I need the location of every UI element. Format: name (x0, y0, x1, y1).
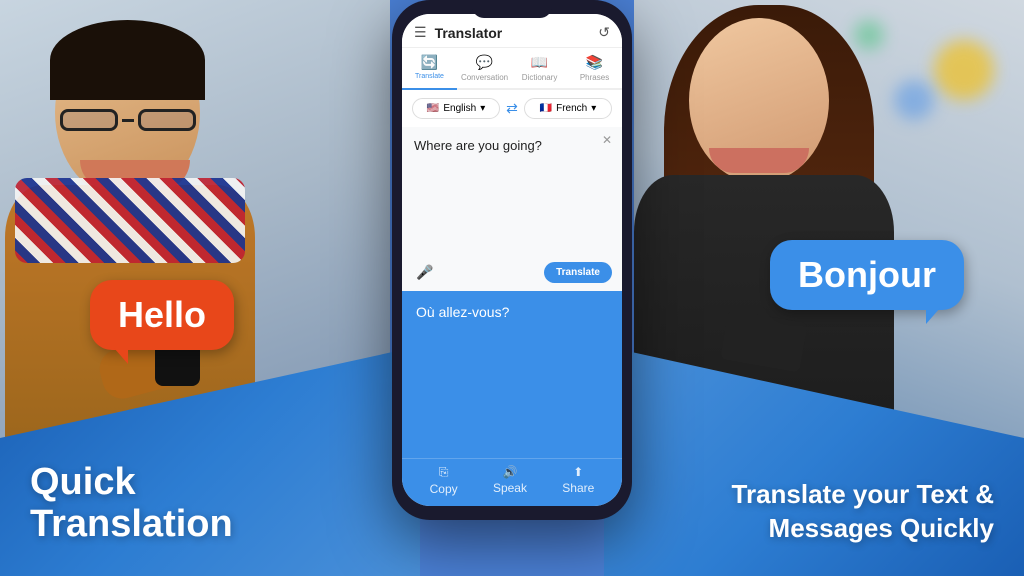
tab-conversation[interactable]: 💬 Conversation (457, 48, 512, 90)
input-area: Where are you going? ✕ 🎤 Translate (402, 127, 622, 291)
history-icon[interactable]: ↺ (598, 24, 610, 41)
share-label: Share (562, 481, 594, 495)
right-caption-line2: Messages Quickly (732, 512, 995, 546)
target-flag: 🇫🇷 (540, 103, 552, 114)
phone-mockup: ☰ Translator ↺ 🔄 Translate 💬 Conversatio… (392, 0, 632, 520)
phone-screen: ☰ Translator ↺ 🔄 Translate 💬 Conversatio… (402, 14, 622, 506)
bonjour-text: Bonjour (770, 240, 964, 310)
microphone-icon[interactable]: 🎤 (416, 264, 433, 281)
tab-conversation-label: Conversation (461, 73, 508, 82)
app-title: Translator (435, 25, 599, 41)
hello-bubble: Hello (90, 280, 234, 350)
copy-label: Copy (430, 482, 458, 496)
tab-phrases-label: Phrases (580, 73, 609, 82)
clear-input-button[interactable]: ✕ (602, 133, 612, 147)
share-action[interactable]: ⬆ Share (562, 465, 594, 496)
phone-notch (472, 0, 552, 18)
action-bar: ⎘ Copy 🔊 Speak ⬆ Share (402, 458, 622, 506)
target-language-button[interactable]: 🇫🇷 French ▾ (524, 98, 612, 119)
translate-tab-icon: 🔄 (421, 54, 438, 71)
left-caption: Quick Translation (30, 462, 233, 546)
output-area: Où allez-vous? (402, 291, 622, 459)
copy-action[interactable]: ⎘ Copy (430, 465, 458, 496)
right-caption: Translate your Text & Messages Quickly (732, 478, 995, 546)
target-dropdown-icon: ▾ (591, 103, 596, 114)
source-dropdown-icon: ▾ (480, 103, 485, 114)
dictionary-tab-icon: 📖 (531, 54, 548, 71)
conversation-tab-icon: 💬 (476, 54, 493, 71)
right-caption-line1: Translate your Text & (732, 478, 995, 512)
target-language-name: French (556, 103, 587, 114)
tab-translate-label: Translate (415, 73, 444, 80)
speak-label: Speak (493, 481, 527, 495)
bonjour-bubble: Bonjour (770, 240, 964, 310)
output-text: Où allez-vous? (416, 303, 608, 323)
tab-bar: 🔄 Translate 💬 Conversation 📖 Dictionary … (402, 48, 622, 90)
speak-icon: 🔊 (502, 465, 517, 479)
input-text[interactable]: Where are you going? (414, 137, 610, 155)
source-flag: 🇺🇸 (427, 103, 439, 114)
tab-phrases[interactable]: 📚 Phrases (567, 48, 622, 90)
hello-text: Hello (90, 280, 234, 350)
tab-dictionary-label: Dictionary (522, 73, 558, 82)
translate-button[interactable]: Translate (544, 262, 612, 283)
language-selector: 🇺🇸 English ▾ ⇄ 🇫🇷 French ▾ (402, 90, 622, 127)
swap-languages-icon[interactable]: ⇄ (506, 100, 518, 117)
share-icon: ⬆ (573, 465, 583, 479)
app-header: ☰ Translator ↺ (402, 14, 622, 48)
menu-icon[interactable]: ☰ (414, 24, 427, 41)
source-language-button[interactable]: 🇺🇸 English ▾ (412, 98, 500, 119)
copy-icon: ⎘ (439, 465, 449, 480)
tab-dictionary[interactable]: 📖 Dictionary (512, 48, 567, 90)
tab-translate[interactable]: 🔄 Translate (402, 48, 457, 90)
left-caption-line2: Translation (30, 504, 233, 546)
source-language-name: English (443, 103, 476, 114)
left-caption-line1: Quick (30, 462, 233, 504)
phrases-tab-icon: 📚 (586, 54, 603, 71)
speak-action[interactable]: 🔊 Speak (493, 465, 527, 496)
